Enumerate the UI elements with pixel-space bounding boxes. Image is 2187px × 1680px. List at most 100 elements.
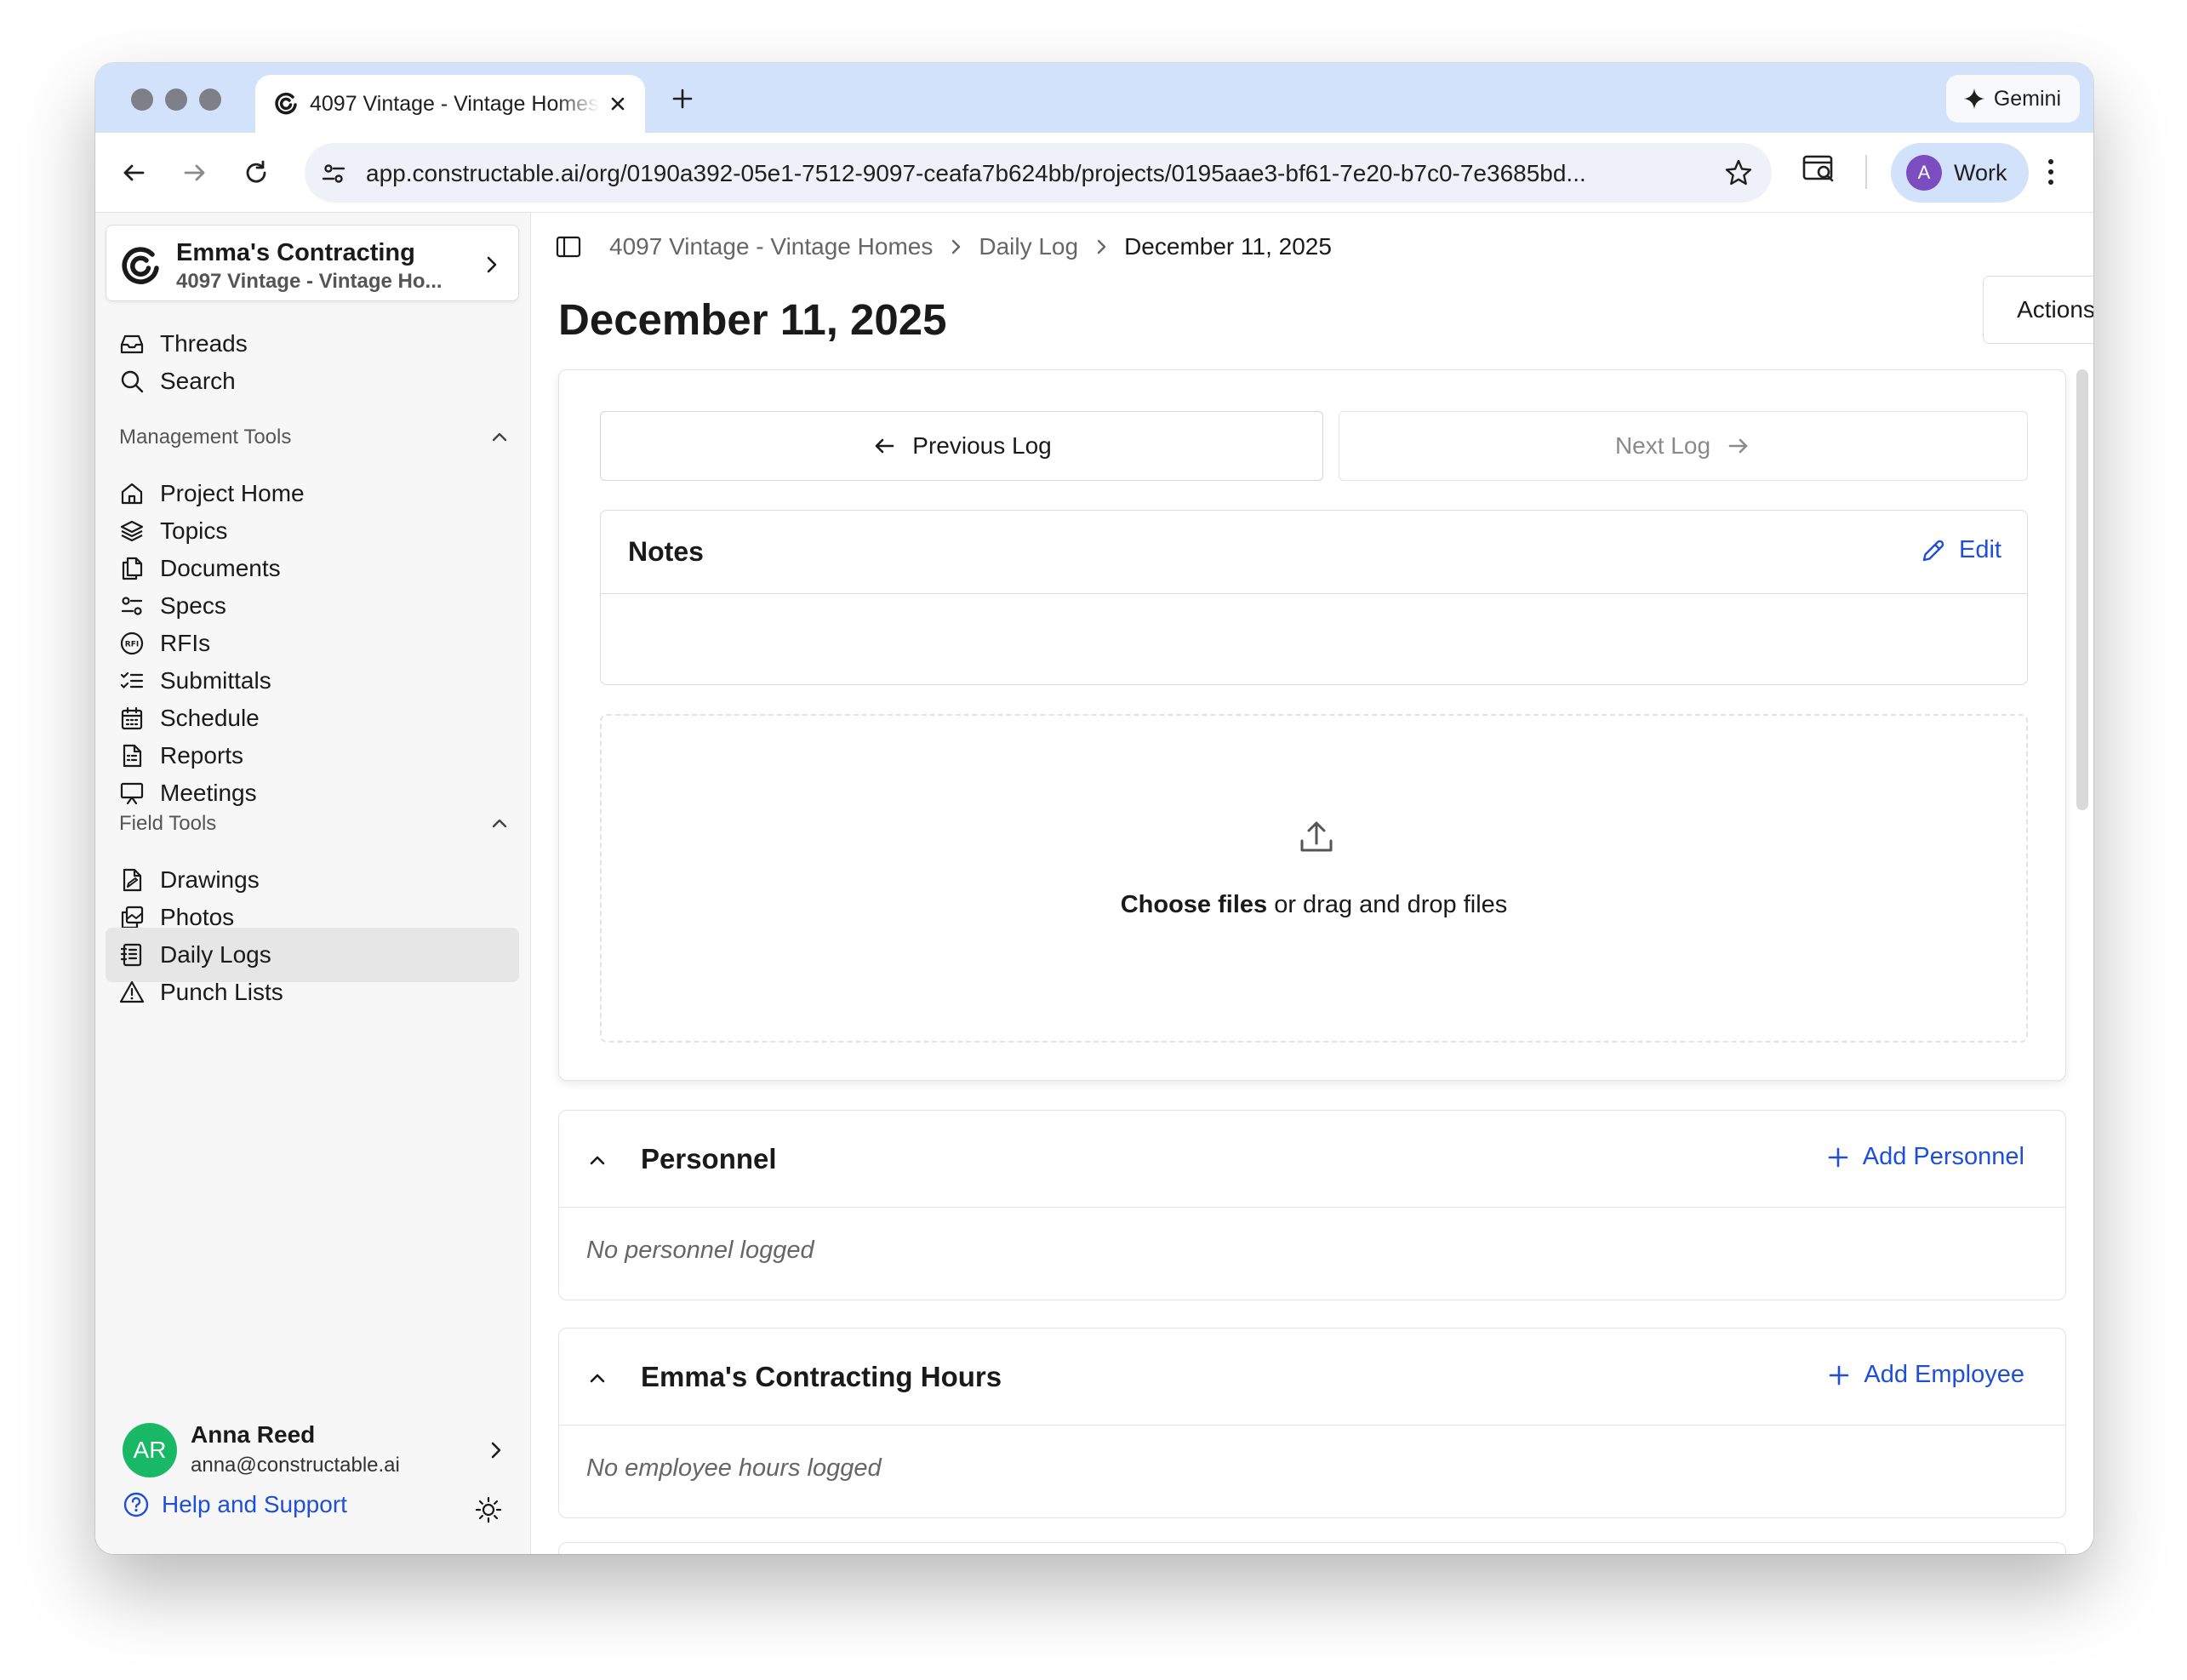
hours-empty-state: No employee hours logged: [586, 1454, 882, 1482]
help-circle-icon: [123, 1492, 149, 1517]
breadcrumb-daily-log[interactable]: Daily Log: [979, 233, 1078, 260]
sidebar-item-label: Meetings: [160, 780, 257, 806]
edit-notes-button[interactable]: Edit: [1920, 536, 2001, 564]
sidebar-toggle-icon[interactable]: [555, 233, 582, 260]
add-employee-label: Add Employee: [1864, 1361, 2024, 1388]
actions-button[interactable]: Actions: [1983, 276, 2093, 344]
notes-panel: Notes Edit: [600, 510, 2028, 685]
add-employee-button[interactable]: Add Employee: [1828, 1361, 2024, 1389]
chevron-up-icon: [492, 432, 507, 442]
tab-strip: 4097 Vintage - Vintage Homes Gemini: [95, 63, 2093, 133]
chevron-right-icon: [1097, 239, 1106, 254]
choose-files-link[interactable]: Choose files: [1121, 891, 1267, 918]
next-log-button[interactable]: Next Log: [1339, 411, 2028, 481]
zoom-window-button[interactable]: [199, 89, 221, 111]
gemini-label: Gemini: [1993, 86, 2061, 111]
hours-section: Emma's Contracting Hours Add Employee No…: [558, 1328, 2066, 1518]
breadcrumb-project[interactable]: 4097 Vintage - Vintage Homes: [609, 233, 933, 260]
checklist-icon: [120, 671, 144, 689]
arrow-right-icon: [1728, 438, 1748, 454]
breadcrumb: 4097 Vintage - Vintage Homes Daily Log D…: [555, 233, 1332, 260]
breadcrumb-current: December 11, 2025: [1124, 233, 1332, 260]
arrow-left-icon: [875, 438, 894, 454]
pencil-icon: [1922, 540, 1944, 561]
browser-tab[interactable]: 4097 Vintage - Vintage Homes: [255, 75, 645, 133]
project-name: 4097 Vintage - Vintage Ho...: [176, 270, 443, 293]
next-section-card: [558, 1542, 2066, 1554]
chevron-right-icon: [487, 1440, 505, 1460]
chevron-up-icon: [492, 819, 507, 828]
documents-icon: [122, 557, 143, 580]
search-icon: [121, 370, 144, 393]
reload-icon[interactable]: [242, 158, 271, 187]
sidebar-item-punch-lists[interactable]: Punch Lists: [106, 965, 519, 1020]
back-arrow-icon[interactable]: [119, 158, 148, 187]
photos-icon: [121, 906, 144, 929]
help-label: Help and Support: [162, 1491, 347, 1517]
sidebar-item-label: Punch Lists: [160, 979, 283, 1005]
forward-arrow-icon[interactable]: [180, 158, 209, 187]
section-header-label: Field Tools: [119, 812, 217, 835]
main-content: 4097 Vintage - Vintage Homes Daily Log D…: [531, 213, 2093, 1554]
user-menu[interactable]: AR Anna Reed anna@constructable.ai: [123, 1420, 514, 1483]
notes-title: Notes: [628, 536, 704, 567]
url-text: app.constructable.ai/org/0190a392-05e1-7…: [366, 160, 1586, 186]
close-tab-icon[interactable]: [606, 92, 630, 116]
field-tools-header[interactable]: Field Tools: [119, 807, 511, 841]
calendar-icon: [121, 706, 143, 730]
bookmark-star-icon[interactable]: [1724, 158, 1753, 187]
daily-log-icon: [120, 943, 142, 967]
close-window-button[interactable]: [131, 89, 153, 111]
plus-icon: [1830, 1365, 1849, 1385]
gemini-button[interactable]: Gemini: [1945, 75, 2080, 123]
org-switcher[interactable]: Emma's Contracting 4097 Vintage - Vintag…: [106, 225, 519, 301]
presentation-icon: [120, 782, 144, 805]
notes-header: Notes Edit: [601, 511, 2027, 594]
personnel-header[interactable]: Personnel Add Personnel: [559, 1111, 2065, 1208]
add-personnel-button[interactable]: Add Personnel: [1827, 1143, 2024, 1171]
chevron-up-icon[interactable]: [586, 1151, 608, 1169]
chevron-up-icon[interactable]: [586, 1369, 608, 1386]
new-tab-icon[interactable]: [671, 87, 694, 111]
browser-window: 4097 Vintage - Vintage Homes Gemini app.…: [95, 63, 2093, 1554]
tab-search-icon[interactable]: [1802, 153, 1836, 184]
minimize-window-button[interactable]: [165, 89, 187, 111]
user-email: anna@constructable.ai: [191, 1454, 400, 1477]
profile-button[interactable]: A Work: [1891, 143, 2029, 203]
hours-header[interactable]: Emma's Contracting Hours Add Employee: [559, 1329, 2065, 1426]
tab-title: 4097 Vintage - Vintage Homes: [310, 92, 599, 116]
page-title: December 11, 2025: [558, 295, 947, 344]
browser-toolbar: app.constructable.ai/org/0190a392-05e1-7…: [95, 133, 2093, 213]
warning-icon: [119, 980, 145, 1003]
personnel-empty-state: No personnel logged: [586, 1237, 814, 1264]
sidebar-item-search[interactable]: Search: [106, 354, 519, 409]
constructable-logo-icon: [272, 90, 300, 117]
personnel-title: Personnel: [641, 1143, 777, 1174]
help-and-support-link[interactable]: Help and Support: [123, 1491, 347, 1518]
layers-icon: [120, 520, 144, 542]
home-icon: [121, 483, 143, 505]
actions-label: Actions: [2017, 296, 2093, 323]
avatar: AR: [123, 1423, 177, 1477]
management-tools-header[interactable]: Management Tools: [119, 420, 511, 454]
scrollbar[interactable]: [2076, 369, 2088, 810]
next-log-label: Next Log: [1614, 432, 1711, 459]
upload-icon: [1298, 818, 1335, 855]
app: Emma's Contracting 4097 Vintage - Vintag…: [95, 213, 2093, 1554]
sun-icon[interactable]: [475, 1496, 502, 1523]
previous-log-button[interactable]: Previous Log: [600, 411, 1323, 481]
toolbar-divider: [1865, 155, 1867, 189]
site-settings-icon[interactable]: [322, 162, 345, 186]
user-name: Anna Reed: [191, 1421, 316, 1448]
file-dropzone[interactable]: Choose files or drag and drop files: [600, 714, 2028, 1043]
rfi-icon: RFI: [120, 631, 144, 655]
drawing-icon: [123, 868, 142, 892]
chevron-right-icon: [952, 239, 961, 254]
edit-label: Edit: [1959, 536, 2001, 563]
report-icon: [123, 744, 142, 768]
address-bar[interactable]: app.constructable.ai/org/0190a392-05e1-7…: [305, 143, 1772, 203]
dropzone-text: Choose files or drag and drop files: [602, 891, 2026, 919]
hours-title: Emma's Contracting Hours: [641, 1361, 1002, 1392]
plus-icon: [1828, 1147, 1848, 1167]
browser-menu-icon[interactable]: [2046, 157, 2056, 187]
